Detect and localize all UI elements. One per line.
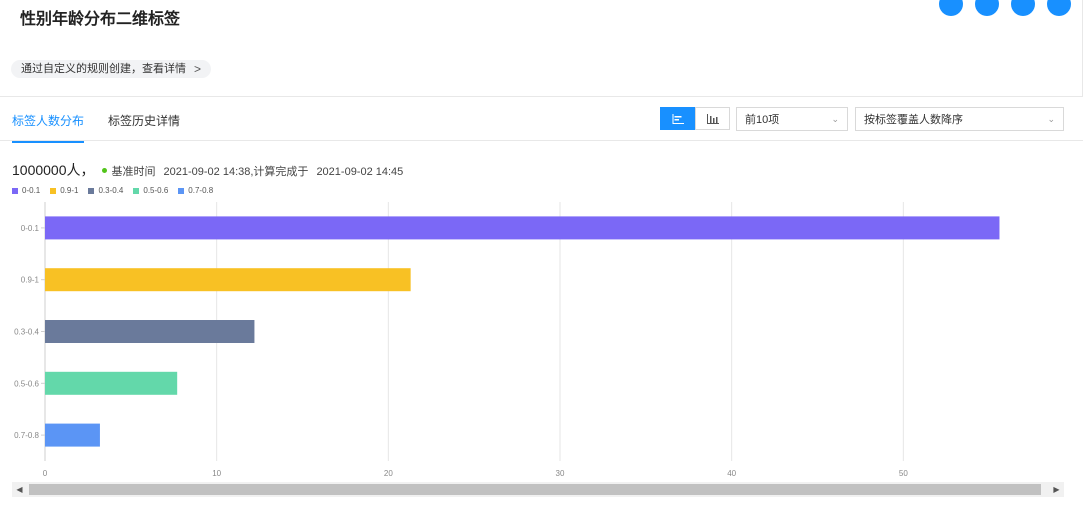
x-tick-label: 40 (727, 469, 736, 478)
legend-swatch (133, 187, 140, 194)
action-circle-button[interactable] (939, 0, 963, 16)
x-tick-label: 30 (556, 469, 565, 478)
header-actions (939, 0, 1071, 16)
column-view-button[interactable] (695, 107, 730, 130)
y-tick-label: 0-0.1 (21, 224, 40, 233)
chevron-down-icon: ⌄ (831, 113, 839, 124)
legend-label: 0.9-1 (60, 186, 79, 195)
bar[interactable] (45, 268, 411, 292)
horizontal-scrollbar[interactable]: ◀ ▶ (12, 482, 1064, 497)
legend-item[interactable]: 0-0.1 (12, 186, 40, 195)
sort-value: 按标签覆盖人数降序 (864, 114, 963, 126)
y-tick-label: 0.3-0.4 (14, 328, 39, 337)
divider (0, 96, 1083, 97)
column-chart-icon (706, 113, 719, 124)
bar-chart: 0 10 20 30 40 50 0-0.1 0.9-1 0.3-0.4 0.5-0.6 0.7-0… (14, 202, 1000, 478)
top-n-value: 前10项 (745, 114, 780, 126)
sort-select[interactable]: 按标签覆盖人数降序 ⌄ (855, 107, 1064, 131)
baseline-time: 2021-09-02 14:38,计算完成于 (163, 166, 309, 178)
total-count: 1000000人， (12, 162, 95, 178)
chart-view-toggle (660, 107, 730, 130)
rule-detail-link[interactable]: 通过自定义的规则创建，查看详情 > (11, 60, 212, 78)
y-tick-label: 0.7-0.8 (14, 431, 39, 440)
bar[interactable] (45, 371, 178, 395)
legend-label: 0.3-0.4 (98, 186, 124, 195)
bar[interactable] (45, 216, 1000, 240)
chevron-down-icon: ⌄ (1047, 113, 1055, 124)
baseline-label: 基准时间 (111, 166, 156, 178)
action-circle-button[interactable] (1047, 0, 1071, 16)
x-tick-label: 0 (43, 469, 48, 478)
scroll-right-icon[interactable]: ▶ (1049, 482, 1064, 497)
legend-swatch (12, 187, 18, 194)
y-tick-label: 0.5-0.6 (14, 379, 39, 388)
rule-detail-label: 通过自定义的规则创建，查看详情 (21, 63, 186, 75)
tab-bar: 标签人数分布 标签历史详情 (12, 112, 180, 143)
tab-history[interactable]: 标签历史详情 (108, 112, 180, 143)
status-dot-icon (101, 168, 107, 173)
legend-item[interactable]: 0.3-0.4 (88, 186, 123, 195)
chart-legend: 0-0.1 0.9-1 0.3-0.4 0.5-0.6 0.7-0.8 (12, 186, 213, 195)
legend-item[interactable]: 0.9-1 (50, 186, 78, 195)
legend-item[interactable]: 0.7-0.8 (178, 186, 213, 195)
legend-label: 0-0.1 (22, 186, 41, 195)
legend-swatch (50, 187, 57, 194)
y-tick-label: 0.9-1 (21, 276, 40, 285)
action-circle-button[interactable] (975, 0, 999, 16)
chevron-right-icon: > (194, 62, 202, 76)
legend-swatch (178, 187, 185, 194)
divider (0, 140, 1083, 141)
x-tick-label: 20 (384, 469, 393, 478)
page-title: 性别年龄分布二维标签 (20, 11, 181, 28)
top-n-select[interactable]: 前10项 ⌄ (736, 107, 848, 131)
legend-label: 0.7-0.8 (188, 186, 214, 195)
legend-swatch (88, 187, 95, 194)
horizontal-bar-icon (672, 113, 684, 124)
horizontal-bar-view-button[interactable] (660, 107, 695, 130)
x-tick-label: 10 (212, 469, 221, 478)
x-tick-label: 50 (899, 469, 908, 478)
action-circle-button[interactable] (1011, 0, 1035, 16)
completed-time: 2021-09-02 14:45 (316, 166, 404, 178)
legend-item[interactable]: 0.5-0.6 (133, 186, 168, 195)
tag-detail-page: 性别年龄分布二维标签 通过自定义的规则创建，查看详情 > 标签人数分布 标签历史… (0, 0, 1083, 508)
bar[interactable] (45, 320, 255, 343)
tab-distribution[interactable]: 标签人数分布 (12, 112, 85, 143)
legend-label: 0.5-0.6 (143, 186, 169, 195)
scroll-left-icon[interactable]: ◀ (12, 482, 27, 497)
bar[interactable] (45, 423, 100, 447)
summary-line: 1000000人， 基准时间 2021-09-02 14:38,计算完成于 20… (12, 160, 403, 180)
scrollbar-thumb[interactable] (29, 484, 1041, 495)
